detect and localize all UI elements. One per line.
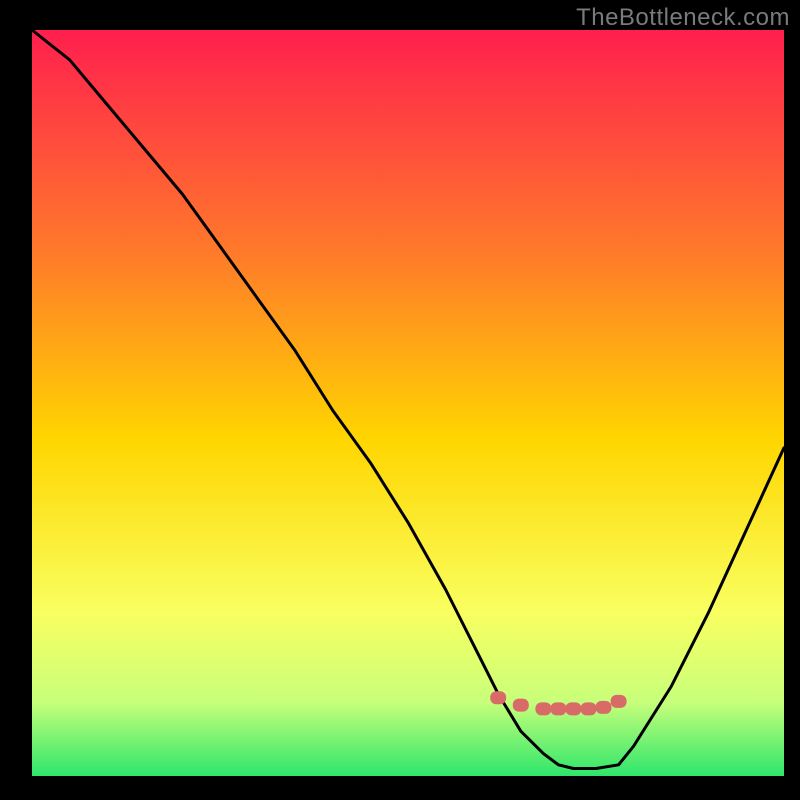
optimal-marker — [565, 702, 581, 715]
plot-background — [32, 30, 784, 776]
bottleneck-chart — [0, 0, 800, 800]
optimal-marker — [596, 701, 612, 714]
optimal-marker — [513, 699, 529, 712]
optimal-marker — [581, 702, 597, 715]
optimal-marker — [490, 691, 506, 704]
optimal-marker — [611, 695, 627, 708]
optimal-marker — [550, 702, 566, 715]
optimal-marker — [535, 702, 551, 715]
chart-frame: TheBottleneck.com — [0, 0, 800, 800]
